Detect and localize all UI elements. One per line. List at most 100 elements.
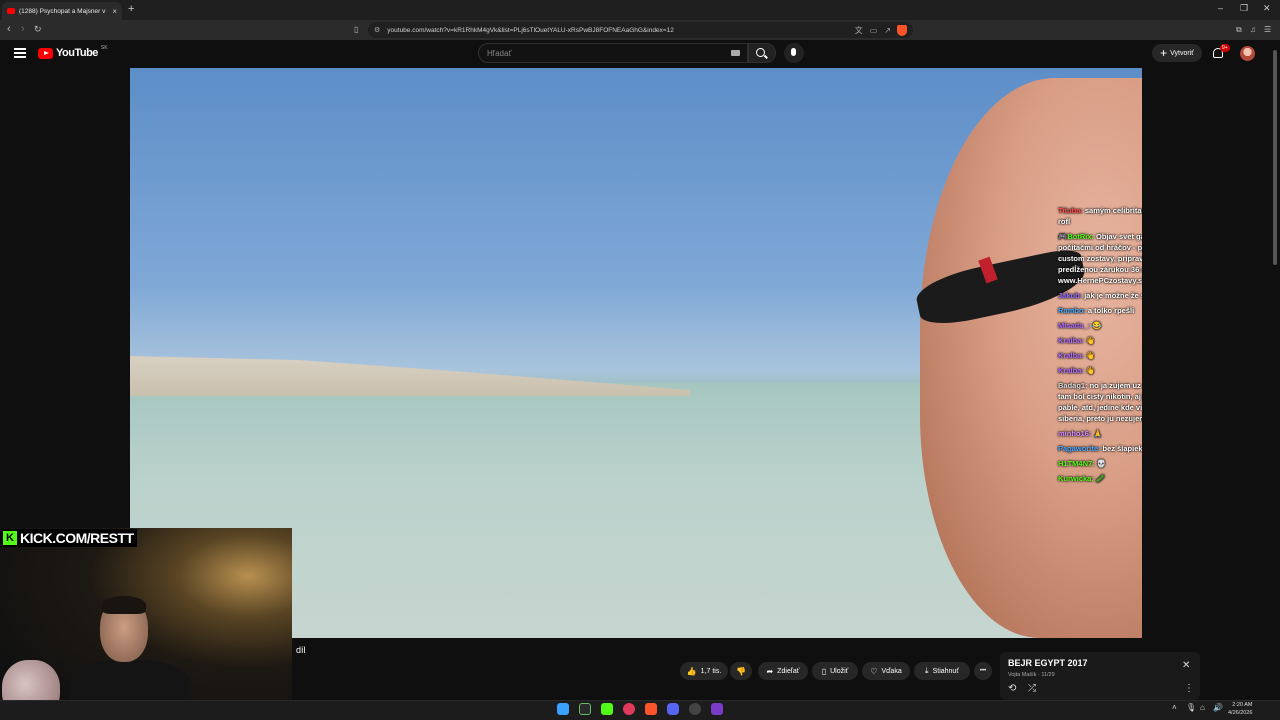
shuffle-icon[interactable]: ⤮ xyxy=(1028,683,1036,694)
media-icon[interactable]: ♫ xyxy=(1250,25,1256,34)
youtube-logo[interactable]: YouTube SK xyxy=(38,45,108,59)
save-button[interactable]: ▯ Uložiť xyxy=(812,662,858,680)
maximize-button[interactable]: ❐ xyxy=(1240,3,1248,14)
thanks-icon: ♡ xyxy=(870,666,878,676)
url-text: youtube.com/watch?v=kR1RhkM4gVk&list=PLj… xyxy=(387,26,674,34)
chat-username: Kralba: xyxy=(1058,336,1084,345)
bookmark-icon[interactable]: ▯ xyxy=(354,25,358,34)
search-input[interactable]: Hľadať xyxy=(478,43,748,63)
create-button[interactable]: + Vytvoriť xyxy=(1152,44,1202,62)
chat-message: Misada_: 😂 xyxy=(1058,320,1142,331)
chat-message: minho16: 🙏 xyxy=(1058,428,1142,439)
chat-text: 👋 xyxy=(1085,336,1096,345)
new-tab-button[interactable]: + xyxy=(128,3,134,15)
chat-message: Kurwicka: 🥒 xyxy=(1058,473,1142,484)
kick-app-icon[interactable] xyxy=(601,703,613,715)
kick-banner: K KICK.COM/RESTT xyxy=(0,529,137,547)
chat-message: Rambo: a tolko rpešli xyxy=(1058,305,1142,316)
chat-username: Misada_: xyxy=(1058,321,1091,330)
chat-username: Kralba: xyxy=(1058,366,1084,375)
create-label: Vytvoriť xyxy=(1170,49,1194,57)
mic-tray-icon[interactable]: 🎙 xyxy=(1186,703,1196,712)
like-button[interactable]: 👍 1,7 tis. xyxy=(680,662,728,680)
dislike-button[interactable]: 👎 xyxy=(730,662,752,680)
playlist-panel: BEJR EGYPT 2017 Vojta Mašík · 11/29 ✕ ⟲ … xyxy=(1000,652,1200,700)
loop-icon[interactable]: ⟲ xyxy=(1008,683,1016,694)
minimize-button[interactable]: – xyxy=(1218,3,1223,13)
chat-username: Kurwicka: xyxy=(1058,474,1094,483)
download-button[interactable]: ⤓ Stiahnuť xyxy=(914,662,970,680)
browser-tab-bar: (1288) Psychopat a Majsner v × + – ❐ ✕ xyxy=(0,0,1280,20)
obs-icon[interactable] xyxy=(689,703,701,715)
extensions-icon[interactable]: ⧉ xyxy=(1236,25,1242,35)
app-icon[interactable] xyxy=(711,703,723,715)
download-label: Stiahnuť xyxy=(932,667,959,675)
more-actions-button[interactable]: ••• xyxy=(974,662,992,680)
tab-close-icon[interactable]: × xyxy=(112,7,117,16)
chat-message: Kralba: 👋 xyxy=(1058,335,1142,346)
volume-icon[interactable]: 🔊 xyxy=(1213,703,1223,712)
chat-username: Tituba: xyxy=(1058,206,1083,215)
chat-username: 🎮BotRix: xyxy=(1058,232,1095,241)
scrollbar-thumb[interactable] xyxy=(1273,50,1277,265)
chat-username: Rambo: xyxy=(1058,306,1086,315)
back-icon[interactable]: ‹ xyxy=(7,23,11,35)
screen-icon[interactable]: ▭ xyxy=(870,26,878,35)
keyboard-icon[interactable] xyxy=(731,50,740,56)
start-icon[interactable] xyxy=(557,703,569,715)
youtube-play-icon xyxy=(38,47,53,59)
discord-icon[interactable] xyxy=(667,703,679,715)
playlist-title[interactable]: BEJR EGYPT 2017 xyxy=(1008,658,1088,668)
chat-text: 🥒 xyxy=(1095,474,1106,483)
browser-tab[interactable]: (1288) Psychopat a Majsner v × xyxy=(2,2,122,20)
brave-browser-icon[interactable] xyxy=(645,703,657,715)
clock-time: 2:20 AM xyxy=(1232,702,1253,708)
tab-title: (1288) Psychopat a Majsner v xyxy=(19,7,106,15)
terminal-icon[interactable] xyxy=(579,703,591,715)
system-clock[interactable]: 2:20 AM 4/26/2026 xyxy=(1228,701,1252,717)
kick-url-text: KICK.COM/RESTT xyxy=(20,530,134,546)
video-title-fragment: díl xyxy=(296,645,306,655)
playlist-subtitle: Vojta Mašík · 11/29 xyxy=(1008,672,1055,678)
stream-chat-overlay: Tituba:samým celibrítam bezďáckým to uká… xyxy=(1058,205,1142,488)
chat-text: 👋 xyxy=(1085,366,1096,375)
plus-icon: + xyxy=(1160,46,1168,60)
menu-icon[interactable]: ☰ xyxy=(1264,25,1271,34)
share-button[interactable]: ➦ Zdieľať xyxy=(758,662,808,680)
chat-text: bez šlapiek by som tam nevkročil xyxy=(1102,444,1142,453)
clock-date: 4/26/2026 xyxy=(1228,710,1253,716)
share-icon[interactable]: ↗ xyxy=(884,26,891,35)
download-icon: ⤓ xyxy=(925,666,929,675)
chat-username: Pagaworite: xyxy=(1058,444,1101,453)
network-icon[interactable]: ⌂ xyxy=(1200,703,1205,712)
translate-icon[interactable]: 文 xyxy=(855,25,863,36)
avatar[interactable] xyxy=(1240,46,1255,61)
reload-icon[interactable]: ↻ xyxy=(34,24,42,35)
url-field[interactable]: ⚙ youtube.com/watch?v=kR1RhkM4gVk&list=P… xyxy=(368,22,913,38)
country-code: SK xyxy=(100,45,108,51)
close-icon[interactable]: ✕ xyxy=(1182,660,1190,671)
chat-text: 😂 xyxy=(1092,321,1102,330)
more-vert-icon[interactable]: ⋮ xyxy=(1184,683,1194,694)
chat-username: Badag1: xyxy=(1058,381,1088,390)
chat-text: 🙏 xyxy=(1093,429,1103,438)
page-scrollbar[interactable] xyxy=(1272,40,1278,700)
forward-icon[interactable]: › xyxy=(21,23,25,35)
site-info-icon[interactable]: ⚙ xyxy=(374,26,380,34)
close-window-button[interactable]: ✕ xyxy=(1263,3,1271,14)
hamburger-menu-icon[interactable] xyxy=(14,48,26,58)
chat-message: H1TM4N7: 💀 xyxy=(1058,458,1142,469)
like-count: 1,7 tis. xyxy=(700,667,722,675)
chat-username: Kralba: xyxy=(1058,351,1084,360)
thanks-button[interactable]: ♡ Vďaka xyxy=(862,662,910,680)
thumbs-up-icon: 👍 xyxy=(686,666,697,676)
browser-address-bar: ‹ › ↻ ▯ ⚙ youtube.com/watch?v=kR1RhkM4gV… xyxy=(0,20,1280,40)
voice-search-icon[interactable] xyxy=(784,43,804,63)
tray-chevron-icon[interactable]: ˄ xyxy=(1172,703,1177,712)
brave-shield-icon[interactable] xyxy=(897,24,907,36)
maps-pin-icon[interactable] xyxy=(623,703,635,715)
chat-message: Tituba:samým celibrítam bezďáckým to uká… xyxy=(1058,205,1142,227)
youtube-favicon-icon xyxy=(7,8,15,14)
share-arrow-icon: ➦ xyxy=(766,666,774,676)
shoreline xyxy=(130,356,690,396)
